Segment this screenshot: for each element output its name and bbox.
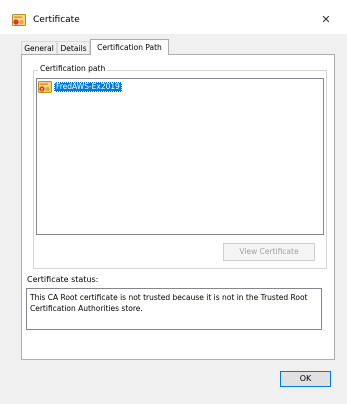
tab-general[interactable]: General bbox=[21, 41, 57, 54]
tab-certification-path[interactable]: Certification Path bbox=[90, 39, 169, 55]
close-button[interactable]: ✕ bbox=[312, 8, 340, 30]
certificate-icon bbox=[12, 14, 26, 26]
tab-details[interactable]: Details bbox=[57, 41, 90, 54]
svg-text:x: x bbox=[41, 88, 44, 93]
close-icon: ✕ bbox=[321, 12, 331, 26]
tree-item-certificate[interactable]: x FredAWS-Ex2019 bbox=[38, 81, 122, 93]
tree-item-label: FredAWS-Ex2019 bbox=[54, 82, 122, 92]
certificate-warning-icon: x bbox=[38, 81, 52, 93]
window-title: Certificate bbox=[33, 15, 80, 25]
certification-path-tree[interactable] bbox=[36, 78, 324, 235]
certificate-status-text[interactable]: This CA Root certificate is not trusted … bbox=[26, 288, 322, 330]
certificate-status-label: Certificate status: bbox=[27, 275, 99, 284]
view-certificate-button[interactable]: View Certificate bbox=[223, 243, 315, 261]
ok-button[interactable]: OK bbox=[280, 371, 331, 387]
certification-path-label: Certification path bbox=[38, 63, 108, 75]
bottom-edge bbox=[0, 398, 347, 404]
